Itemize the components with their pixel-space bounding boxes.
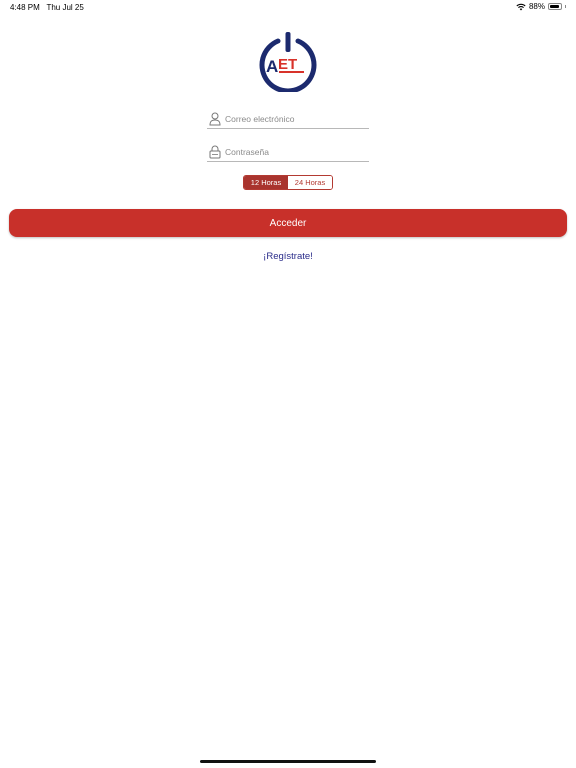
logo-letters-et: ET [278, 56, 297, 73]
status-date: Thu Jul 25 [46, 3, 84, 12]
segment-24-hours[interactable]: 24 Horas [288, 176, 332, 189]
battery-fill [550, 5, 559, 8]
password-field[interactable] [207, 145, 369, 162]
email-field[interactable] [207, 112, 369, 129]
segment-12-hours[interactable]: 12 Horas [244, 176, 288, 189]
power-logo-icon: A ET [259, 32, 317, 94]
user-icon [209, 112, 221, 126]
status-clock: 4:48 PM [10, 3, 40, 12]
home-indicator [200, 760, 376, 763]
password-input[interactable] [225, 145, 367, 159]
status-bar: 4:48 PM Thu Jul 25 88% [0, 0, 576, 14]
logo-letter-a: A [266, 57, 278, 76]
register-link[interactable]: ¡Regístrate! [0, 251, 576, 262]
time-format-toggle: 12 Horas 24 Horas [243, 175, 333, 190]
lock-icon [209, 145, 221, 159]
wifi-icon [516, 3, 526, 10]
app-logo: A ET [256, 32, 320, 94]
status-indicators: 88% [516, 2, 566, 11]
email-input[interactable] [225, 112, 367, 126]
login-button[interactable]: Acceder [9, 209, 567, 237]
battery-icon [548, 3, 562, 10]
battery-tip [565, 5, 566, 8]
status-time: 4:48 PM Thu Jul 25 [10, 3, 84, 12]
battery-percent: 88% [528, 2, 545, 11]
